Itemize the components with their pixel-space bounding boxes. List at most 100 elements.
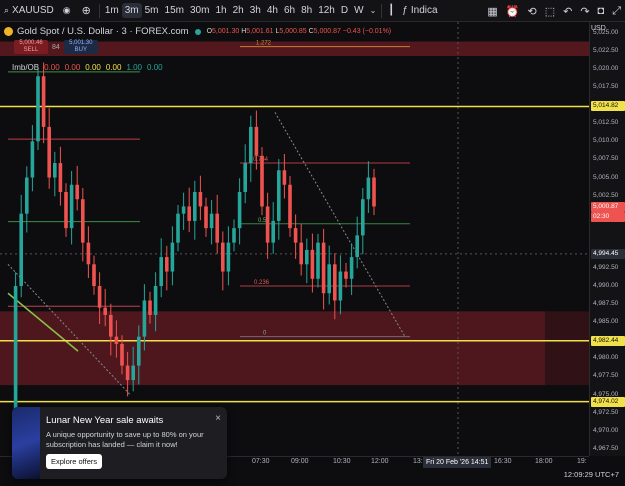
candle-body xyxy=(327,264,331,294)
price-tick-label: 5,020.00 xyxy=(593,65,619,73)
indicator-value: 0.00 xyxy=(64,63,81,72)
candle-body xyxy=(260,155,264,207)
candle-body xyxy=(243,163,247,192)
currency-label[interactable]: USD xyxy=(591,25,606,32)
timeframe-15m[interactable]: 15m xyxy=(162,3,187,18)
promo-toast: Lunar New Year sale awaits A unique oppo… xyxy=(12,407,227,479)
time-tick-label: 13: xyxy=(413,458,423,465)
candle-body xyxy=(232,228,236,243)
add-symbol-icon[interactable]: ⊕ xyxy=(82,4,91,17)
clock[interactable]: 12:09:29 UTC+7 xyxy=(564,470,619,479)
candle-body xyxy=(204,206,208,229)
select-icon[interactable]: ⬚ xyxy=(545,5,555,18)
candle-body xyxy=(19,213,23,287)
timeframe-5m[interactable]: 5m xyxy=(142,3,162,18)
redo-icon[interactable]: ↷ xyxy=(580,5,589,18)
timeframe-12h[interactable]: 12h xyxy=(315,3,338,18)
timeframe-3h[interactable]: 3h xyxy=(247,3,264,18)
candle-body xyxy=(103,307,107,315)
timeframe-6h[interactable]: 6h xyxy=(281,3,298,18)
candle-body xyxy=(137,336,141,366)
undo-icon[interactable]: ↶ xyxy=(563,5,572,18)
indicator-value: 1.00 xyxy=(126,63,143,72)
price-tick-label: 4,985.00 xyxy=(593,318,619,326)
timeframe-30m[interactable]: 30m xyxy=(187,3,212,18)
candle-body xyxy=(277,170,281,221)
trade-buttons: 5,000.46 SELL 84 5,001.30 BUY xyxy=(14,40,98,54)
time-tick-label: 18:00 xyxy=(535,458,553,465)
symbol-search[interactable]: ⌕ XAUUSD xyxy=(0,0,58,22)
grid-layout-icon[interactable]: ▦ xyxy=(487,5,497,18)
timeframe-4h[interactable]: 4h xyxy=(264,3,281,18)
buy-button[interactable]: 5,001.30 BUY xyxy=(63,40,98,54)
candle-body xyxy=(131,365,135,381)
price-tick-label: 4,992.50 xyxy=(593,263,619,271)
candle-body xyxy=(249,126,253,164)
close-icon[interactable]: × xyxy=(215,413,221,424)
candle-type-icon[interactable]: ┃ xyxy=(388,5,394,16)
sell-button[interactable]: 5,000.46 SELL xyxy=(14,40,48,54)
candle-body xyxy=(125,365,130,381)
low-value: 5,000.85 xyxy=(279,28,307,35)
ohlc-values: O5,001.30 H5,001.61 L5,000.85 C5,000.87 … xyxy=(207,28,392,35)
candle-body xyxy=(58,163,63,192)
camera-icon[interactable]: ◘ xyxy=(598,5,605,17)
price-tick-label: 5,010.00 xyxy=(593,137,619,145)
candle-body xyxy=(75,184,79,200)
timeframe-1h[interactable]: 1h xyxy=(212,3,229,18)
candle-body xyxy=(321,242,326,294)
timeframe-1m[interactable]: 1m xyxy=(102,3,122,18)
fib-label-0236: 0.236 xyxy=(254,280,270,286)
indicators-label: Indica xyxy=(410,5,438,16)
chevron-down-icon[interactable]: ⌄ xyxy=(370,6,377,15)
indicator-value: 0.00 xyxy=(85,63,101,72)
candle-body xyxy=(372,177,376,207)
explore-offers-button[interactable]: Explore offers xyxy=(46,454,103,469)
divider xyxy=(381,3,383,18)
price-tick-label: 5,017.50 xyxy=(593,83,619,91)
timeframe-2h[interactable]: 2h xyxy=(230,3,247,18)
candle-body xyxy=(36,76,40,142)
timeframe-W[interactable]: W xyxy=(351,3,366,18)
candle-body xyxy=(41,76,46,127)
price-axis[interactable]: 5,025.00 5,022.50 5,020.00 5,017.50 5,012.50… xyxy=(589,22,625,456)
chart-canvas[interactable]: 1.2720.7640.50.2360 Gold Spot / U.S. Dol… xyxy=(0,22,589,456)
price-badge: 5,000.87 xyxy=(591,202,625,213)
legend-title: Gold Spot / U.S. Dollar · 3 · FOREX.com xyxy=(17,26,189,37)
symbol-legend: Gold Spot / U.S. Dollar · 3 · FOREX.com … xyxy=(4,26,391,37)
price-badge: 4,982.44 xyxy=(591,335,625,346)
candle-body xyxy=(193,191,197,221)
candle-body xyxy=(165,257,169,272)
price-tick-label: 4,980.00 xyxy=(593,354,619,362)
sell-price: 5,000.46 xyxy=(19,40,43,46)
timeframe-D[interactable]: D xyxy=(338,3,351,18)
candle-body xyxy=(366,177,371,200)
alert-icon[interactable]: ⏰ xyxy=(506,5,520,18)
buy-label: BUY xyxy=(74,47,87,53)
fullscreen-icon[interactable]: ⤢ xyxy=(612,5,621,18)
eye-icon[interactable]: ◉ xyxy=(63,5,71,16)
price-tick-label: 5,005.00 xyxy=(593,173,619,181)
candle-body xyxy=(305,249,309,265)
candle-body xyxy=(47,126,51,178)
candle-body xyxy=(159,257,163,287)
candle-body xyxy=(293,228,298,243)
timeframe-8h[interactable]: 8h xyxy=(298,3,315,18)
price-badge: 4,974.02 xyxy=(591,396,625,407)
close-value: 5,000.87 xyxy=(313,28,341,35)
price-chart: 1.2720.7640.50.2360 xyxy=(0,22,589,456)
candle-body xyxy=(338,271,343,301)
candle-body xyxy=(237,191,242,229)
candle-body xyxy=(215,213,219,243)
candle-body xyxy=(170,242,175,272)
candle-body xyxy=(64,191,68,229)
timeframe-3m[interactable]: 3m xyxy=(121,3,142,18)
indicators-button[interactable]: ƒ Indica xyxy=(398,0,441,22)
change-value: −0.43 (−0.01%) xyxy=(342,28,392,35)
promo-image xyxy=(12,407,40,479)
indicator-legend[interactable]: Imb/OB 0.00 0.00 0.00 0.00 1.00 0.00 xyxy=(12,63,163,72)
replay-icon[interactable]: ⟲ xyxy=(527,5,536,18)
candle-body xyxy=(209,213,214,229)
candle-body xyxy=(288,184,292,229)
time-cursor-label: Fri 20 Feb '26 14:51 xyxy=(423,457,492,468)
